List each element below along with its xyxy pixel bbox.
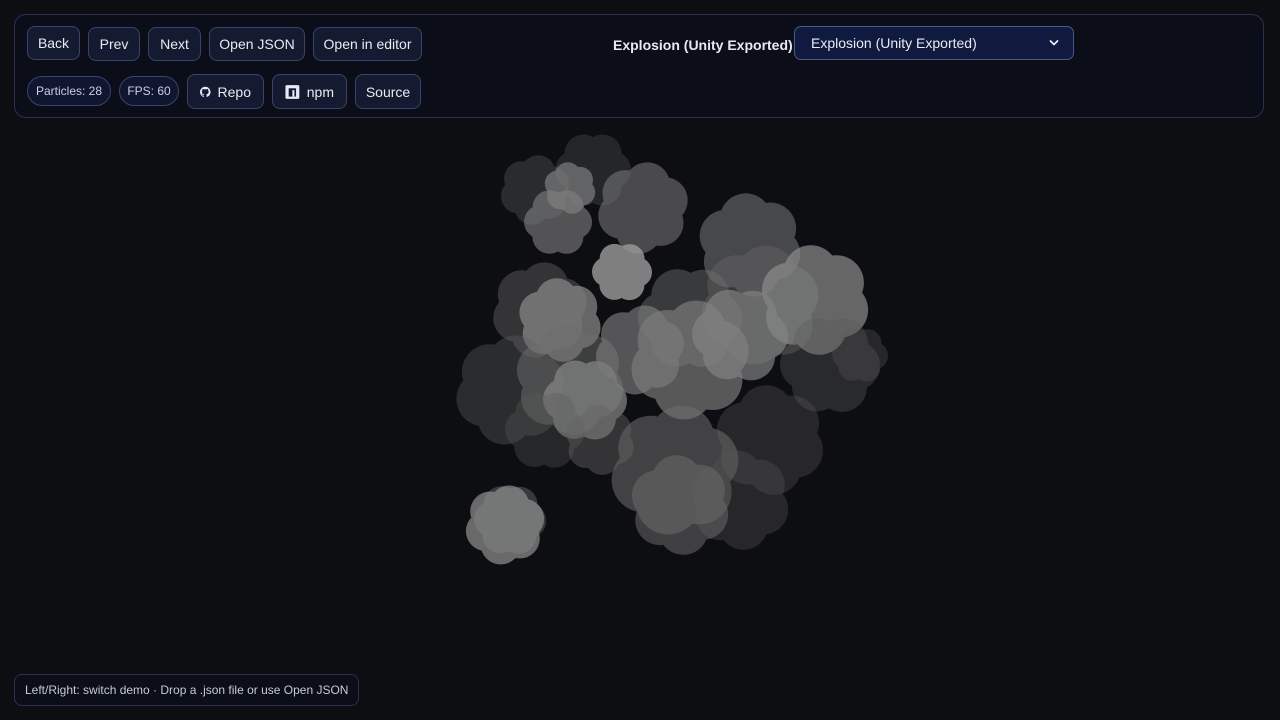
source-link-button[interactable]: Source — [355, 74, 421, 109]
particle-count-badge: Particles: 28 — [27, 76, 111, 106]
demo-select-value: Explosion (Unity Exported) — [811, 35, 977, 51]
smoke-particle — [598, 162, 688, 254]
repo-link-label: Repo — [217, 83, 251, 100]
chevron-down-icon — [1049, 40, 1059, 46]
npm-link-button[interactable]: npm — [272, 74, 347, 109]
control-panel: Back Prev Next Open JSON Open in editor … — [14, 14, 1264, 118]
fps-badge: FPS: 60 — [119, 76, 179, 106]
npm-link-label: npm — [306, 83, 334, 100]
open-in-editor-button[interactable]: Open in editor — [313, 27, 422, 61]
repo-link-button[interactable]: Repo — [187, 74, 264, 109]
next-button[interactable]: Next — [148, 27, 201, 61]
open-json-button[interactable]: Open JSON — [209, 27, 305, 61]
back-button[interactable]: Back — [27, 26, 80, 60]
keyboard-hint: Left/Right: switch demo · Drop a .json f… — [14, 674, 360, 706]
demo-title: Explosion (Unity Exported) — [613, 37, 793, 53]
prev-button[interactable]: Prev — [88, 27, 140, 61]
smoke-particles — [456, 134, 888, 565]
demo-select[interactable]: Explosion (Unity Exported) — [794, 26, 1074, 60]
github-icon — [200, 86, 211, 97]
npm-icon — [285, 84, 300, 99]
